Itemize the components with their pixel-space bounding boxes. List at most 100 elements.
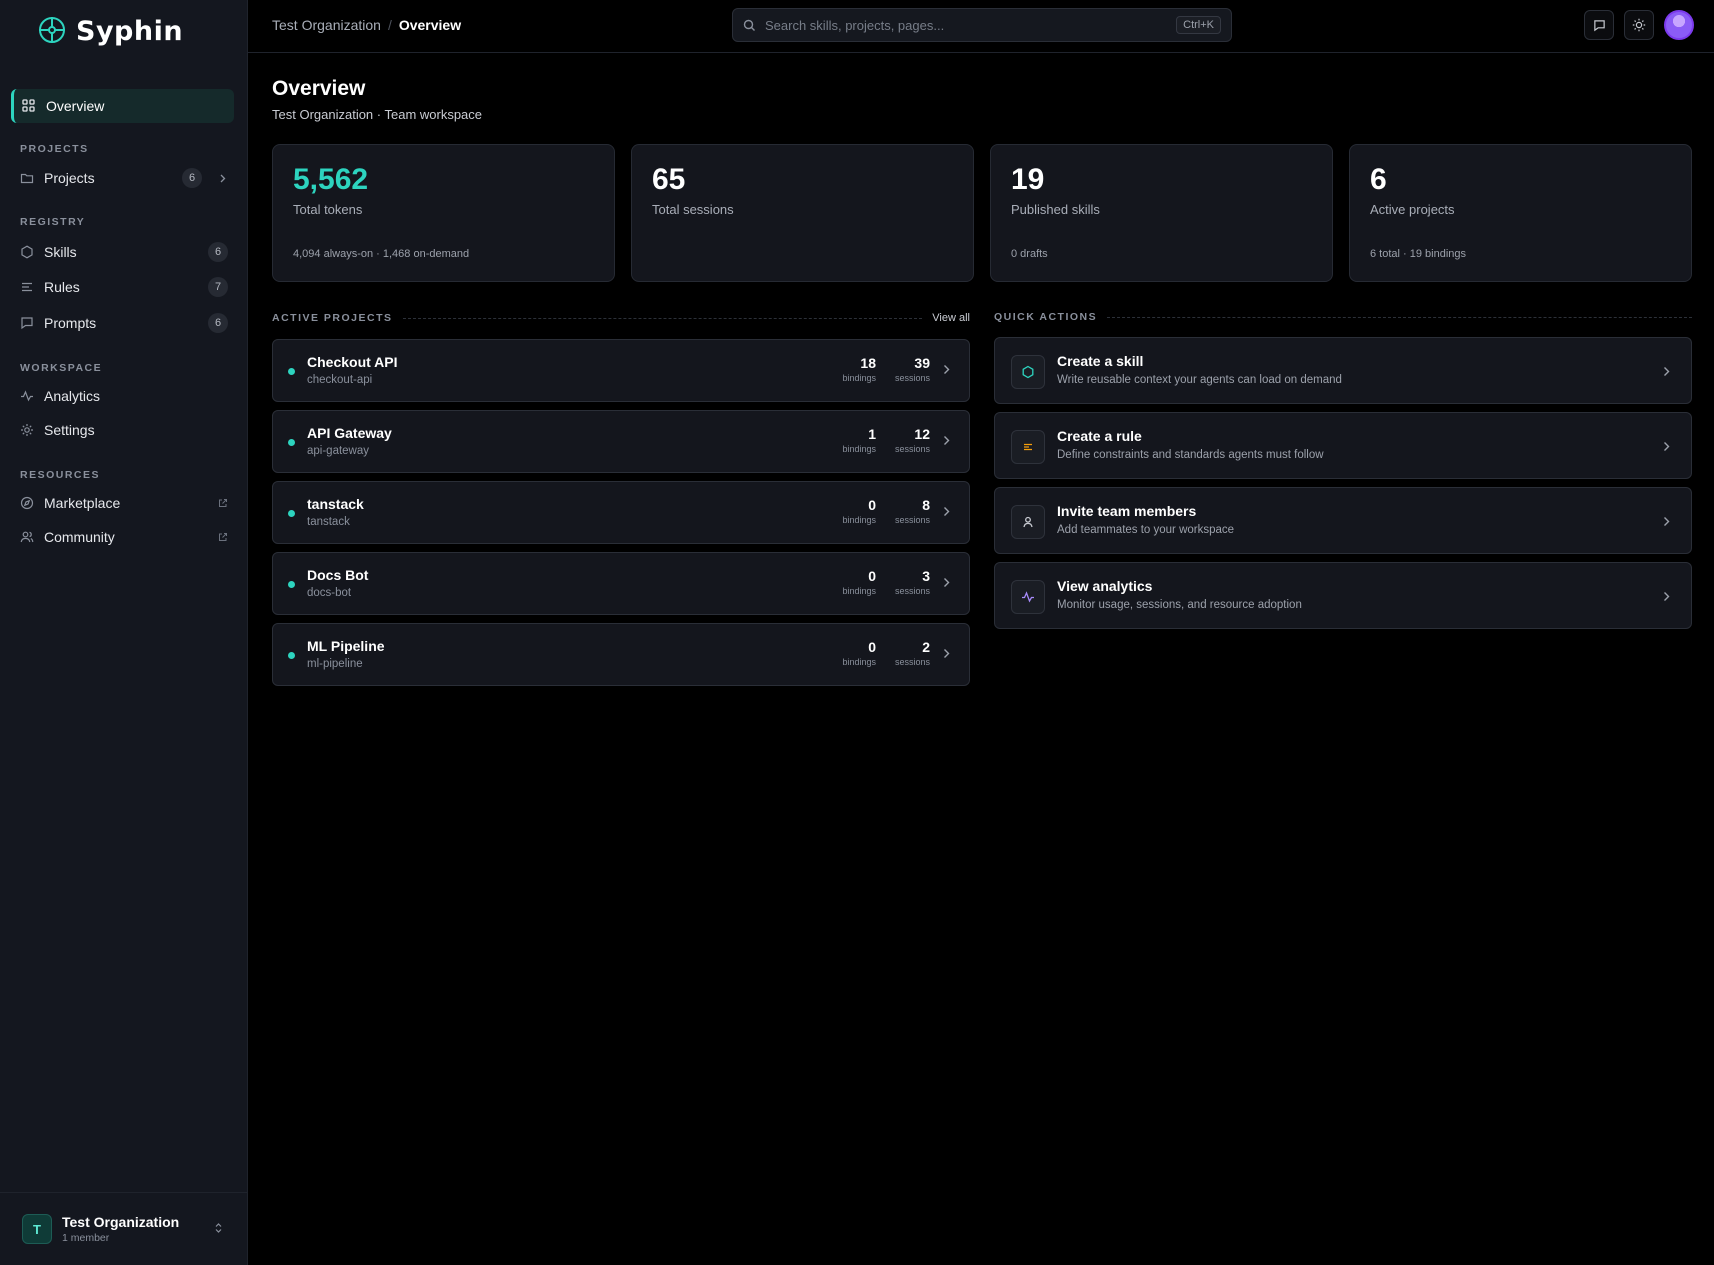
chevron-right-icon <box>943 575 953 591</box>
sidebar-item-label: Overview <box>46 98 105 114</box>
sessions-label: sessions <box>894 444 930 454</box>
stat-card-total-tokens: 5,562 Total tokens 4,094 always-on · 1,4… <box>272 144 615 282</box>
sidebar-item-label: Prompts <box>44 315 97 331</box>
compass-icon <box>20 496 34 510</box>
project-name: Docs Bot <box>307 567 369 583</box>
sidebar-item-projects[interactable]: Projects 6 <box>20 165 228 191</box>
app-logo[interactable]: Syphin <box>38 16 183 47</box>
bindings-count: 0 <box>868 497 876 513</box>
sessions-count: 3 <box>922 568 930 584</box>
sidebar-item-marketplace[interactable]: Marketplace <box>20 490 228 516</box>
project-card-ml-pipeline[interactable]: ML Pipeline ml-pipeline 0 bindings 2 ses… <box>272 623 970 686</box>
stat-label: Total tokens <box>293 202 363 217</box>
bindings-stat: 0 bindings <box>842 497 876 525</box>
project-card-checkout-api[interactable]: Checkout API checkout-api 18 bindings 39… <box>272 339 970 402</box>
project-slug: api-gateway <box>307 445 370 457</box>
project-card-docs-bot[interactable]: Docs Bot docs-bot 0 bindings 3 sessions <box>272 552 970 615</box>
status-dot <box>288 581 295 588</box>
breadcrumb: Test Organization / Overview <box>272 17 461 33</box>
project-name: API Gateway <box>307 425 392 441</box>
chevron-right-icon <box>1663 514 1673 530</box>
breadcrumb-current: Overview <box>398 17 462 33</box>
bindings-label: bindings <box>842 586 876 596</box>
external-link-icon <box>218 532 228 542</box>
feedback-button[interactable] <box>1584 10 1614 40</box>
user-avatar[interactable] <box>1664 10 1694 40</box>
project-card-api-gateway[interactable]: API Gateway api-gateway 1 bindings 12 se… <box>272 410 970 473</box>
section-title: ACTIVE PROJECTS <box>272 312 393 324</box>
sessions-count: 8 <box>922 497 930 513</box>
bindings-count: 0 <box>868 639 876 655</box>
sidebar-item-skills[interactable]: Skills 6 <box>20 239 228 265</box>
sessions-stat: 39 sessions <box>895 355 930 383</box>
sidebar-item-settings[interactable]: Settings <box>20 417 228 443</box>
count-badge: 6 <box>208 242 228 262</box>
org-member-count: 1 member <box>62 1232 110 1244</box>
sessions-count: 12 <box>914 426 930 442</box>
org-switcher[interactable]: T Test Organization 1 member <box>0 1192 248 1265</box>
stat-card-published-skills: 19 Published skills 0 drafts <box>990 144 1333 282</box>
sidebar-section-workspace: WORKSPACE <box>20 362 103 374</box>
syphin-logo-icon <box>38 16 66 47</box>
status-dot <box>288 652 295 659</box>
quick-action-create-skill[interactable]: Create a skill Write reusable context yo… <box>994 337 1692 404</box>
status-dot <box>288 368 295 375</box>
quick-action-view-analytics[interactable]: View analytics Monitor usage, sessions, … <box>994 562 1692 629</box>
sidebar-item-analytics[interactable]: Analytics <box>20 383 228 409</box>
quick-action-invite-team[interactable]: Invite team members Add teammates to you… <box>994 487 1692 554</box>
theme-toggle-button[interactable] <box>1624 10 1654 40</box>
bindings-stat: 0 bindings <box>842 639 876 667</box>
sidebar-item-label: Community <box>44 529 115 545</box>
project-card-tanstack[interactable]: tanstack tanstack 0 bindings 8 sessions <box>272 481 970 544</box>
sidebar-item-prompts[interactable]: Prompts 6 <box>20 310 228 336</box>
count-badge: 6 <box>182 168 202 188</box>
project-name: ML Pipeline <box>307 638 385 654</box>
stat-value: 65 <box>652 163 686 196</box>
app-name: Syphin <box>76 16 184 47</box>
chevron-right-icon <box>943 646 953 662</box>
sidebar-item-community[interactable]: Community <box>20 524 228 550</box>
sidebar: Syphin Overview PROJECTS Projects 6 REGI… <box>0 0 248 1265</box>
quick-action-create-rule[interactable]: Create a rule Define constraints and sta… <box>994 412 1692 479</box>
sidebar-item-label: Marketplace <box>44 495 121 511</box>
stat-value: 5,562 <box>293 163 369 196</box>
sidebar-item-label: Projects <box>44 170 95 186</box>
count-badge: 7 <box>208 277 228 297</box>
sessions-stat: 8 sessions <box>895 497 930 525</box>
sessions-stat: 3 sessions <box>895 568 930 596</box>
lines-icon <box>20 280 34 294</box>
hexagon-icon <box>20 245 34 259</box>
count-badge: 6 <box>208 313 228 333</box>
stat-label: Published skills <box>1011 202 1100 217</box>
sessions-count: 2 <box>922 639 930 655</box>
quick-action-description: Add teammates to your workspace <box>1057 524 1235 536</box>
sidebar-item-overview[interactable]: Overview <box>11 89 234 123</box>
quick-action-description: Monitor usage, sessions, and resource ad… <box>1057 599 1302 611</box>
search-input[interactable] <box>765 17 1168 33</box>
quick-action-title: View analytics <box>1057 578 1153 594</box>
user-icon <box>1011 505 1045 539</box>
stat-card-active-projects: 6 Active projects 6 total · 19 bindings <box>1349 144 1692 282</box>
org-name: Test Organization <box>62 1214 180 1230</box>
stat-footnote: 4,094 always-on · 1,468 on-demand <box>293 248 470 260</box>
chevron-up-down-icon <box>215 1223 222 1235</box>
sidebar-item-rules[interactable]: Rules 7 <box>20 274 228 300</box>
divider <box>402 317 923 319</box>
stat-footnote: 0 drafts <box>1011 248 1048 260</box>
users-icon <box>20 530 34 544</box>
search-icon <box>743 19 756 32</box>
view-all-link[interactable]: View all <box>932 312 970 324</box>
chevron-right-icon <box>943 362 953 378</box>
project-slug: checkout-api <box>307 374 373 386</box>
quick-action-title: Create a skill <box>1057 353 1144 369</box>
quick-action-description: Write reusable context your agents can l… <box>1057 374 1342 386</box>
status-dot <box>288 439 295 446</box>
stat-card-total-sessions: 65 Total sessions <box>631 144 974 282</box>
search-bar[interactable]: Ctrl+K <box>732 8 1232 42</box>
sidebar-item-label: Settings <box>44 422 95 438</box>
activity-icon <box>1011 580 1045 614</box>
breadcrumb-parent[interactable]: Test Organization <box>272 17 381 33</box>
chevron-right-icon[interactable] <box>218 174 228 183</box>
project-slug: docs-bot <box>307 587 352 599</box>
bindings-stat: 1 bindings <box>842 426 876 454</box>
